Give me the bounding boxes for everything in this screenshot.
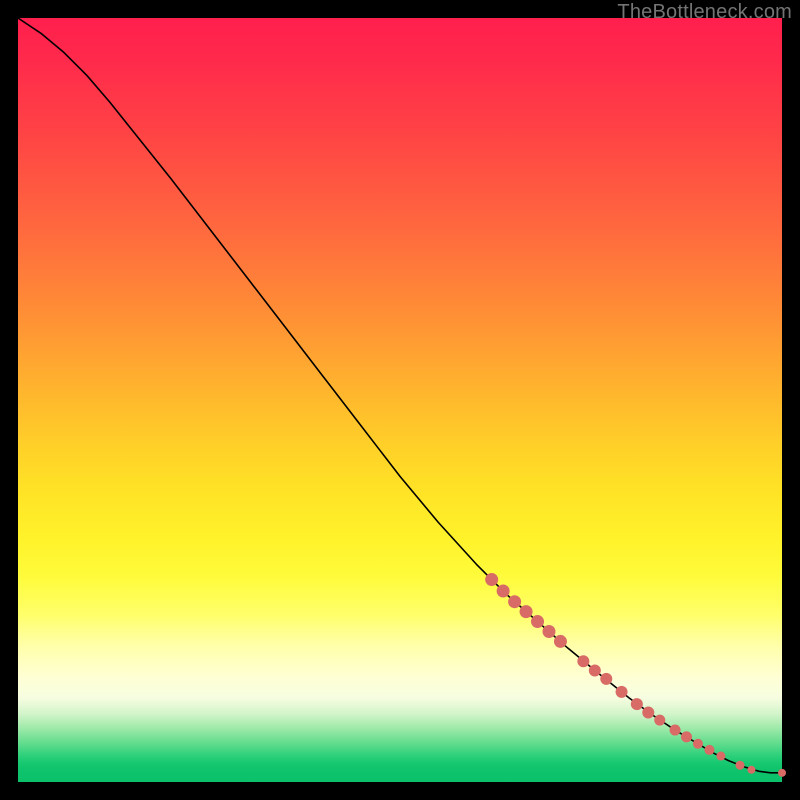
data-point-marker <box>554 635 567 648</box>
data-point-marker <box>735 761 744 770</box>
data-point-marker <box>616 686 628 698</box>
data-point-marker <box>577 655 589 667</box>
series-markers <box>485 573 786 777</box>
data-point-marker <box>681 731 692 742</box>
data-point-marker <box>485 573 498 586</box>
data-point-marker <box>497 585 510 598</box>
series-line <box>18 18 782 773</box>
data-point-marker <box>778 769 786 777</box>
watermark-text: TheBottleneck.com <box>617 1 792 24</box>
data-point-marker <box>670 725 681 736</box>
data-point-marker <box>747 766 755 774</box>
data-point-marker <box>716 752 725 761</box>
chart-plot-area <box>18 18 782 782</box>
data-point-marker <box>508 595 521 608</box>
data-point-marker <box>654 715 665 726</box>
chart-stage: TheBottleneck.com <box>0 0 800 800</box>
data-point-marker <box>693 739 703 749</box>
data-point-marker <box>631 698 643 710</box>
data-point-marker <box>520 605 533 618</box>
data-point-marker <box>600 673 612 685</box>
data-point-marker <box>542 625 555 638</box>
data-point-marker <box>531 615 544 628</box>
data-point-marker <box>704 745 714 755</box>
data-point-marker <box>642 706 654 718</box>
chart-svg <box>18 18 782 782</box>
data-point-marker <box>589 664 601 676</box>
